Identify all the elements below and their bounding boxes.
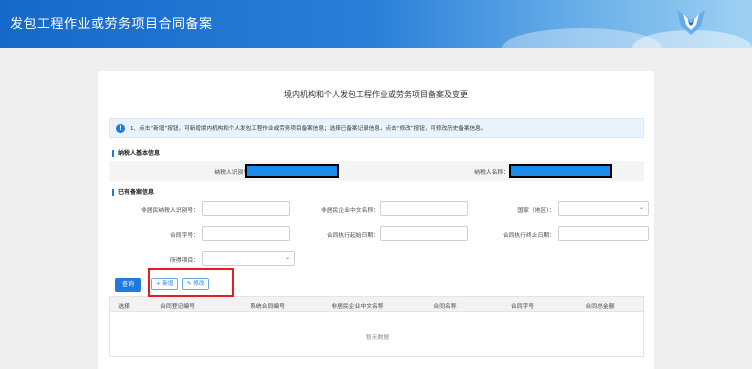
income-item-label: 所得项目：	[170, 258, 199, 264]
app-title: 发包工程作业或劳务项目合同备案	[10, 17, 213, 32]
end-date-label: 合同执行终止日期：	[502, 233, 555, 239]
highlight-box	[148, 268, 234, 297]
contract-no-input[interactable]	[202, 226, 290, 241]
query-button[interactable]: 查询	[115, 278, 141, 292]
table-header: 选择 合同登记编号 系统合同编号 非居民企业中文名称 合同名称 合同字号 合同总…	[109, 296, 644, 312]
main-card: 境内机构和个人发包工程作业或劳务项目备案及变更 ! 1、点击“新增”按钮，可新增…	[98, 71, 654, 369]
chevron-down-icon: ⌄	[638, 204, 644, 211]
start-date-label: 合同执行起始日期：	[326, 233, 379, 239]
end-date-input[interactable]	[558, 226, 649, 241]
taxpayer-name-label: 纳税人名称：	[474, 170, 509, 176]
col-registration-no: 合同登记编号	[160, 304, 195, 310]
income-item-select[interactable]: ⌄	[202, 251, 295, 266]
top-banner: 发包工程作业或劳务项目合同备案	[0, 0, 752, 48]
col-select: 选择	[118, 304, 130, 310]
col-total-amount: 合同总金额	[585, 304, 615, 310]
nonresident-id-input[interactable]	[202, 201, 290, 216]
page-title: 境内机构和个人发包工程作业或劳务项目备案及变更	[284, 90, 468, 99]
start-date-input[interactable]	[380, 226, 468, 241]
notice-text: 1、点击“新增”按钮，可新增境内机构和个人发包工程作业或劳务项目备案信息；选择已…	[130, 126, 487, 132]
empty-message: 暂无数据	[365, 335, 390, 341]
taxpayer-id-redacted	[245, 164, 339, 178]
col-system-no: 系统合同编号	[250, 304, 285, 310]
taxpayer-row: 纳税人识别号： 纳税人名称：	[109, 161, 644, 181]
chevron-down-icon: ⌄	[284, 254, 290, 261]
section-taxpayer-info: 纳税人基本信息	[112, 150, 160, 157]
table-body: 暂无数据	[109, 312, 644, 357]
contract-no-label: 合同字号：	[170, 233, 199, 239]
nonresident-name-label: 非居民企业中文名称：	[321, 208, 379, 214]
nonresident-name-input[interactable]	[380, 201, 468, 216]
info-icon: !	[116, 124, 125, 133]
country-label: 国家（地区）：	[517, 208, 555, 214]
col-nonresident-name: 非居民企业中文名称	[331, 304, 384, 310]
col-contract-name: 合同名称	[433, 304, 457, 310]
taxpayer-id-label: 纳税人识别号：	[214, 170, 255, 176]
info-notice: ! 1、点击“新增”按钮，可新增境内机构和个人发包工程作业或劳务项目备案信息；选…	[109, 118, 644, 138]
section-filed-info: 已有备案信息	[112, 189, 154, 196]
col-contract-no: 合同字号	[510, 304, 535, 310]
taxpayer-name-redacted	[509, 164, 612, 178]
nonresident-id-label: 非居民纳税人识别号：	[141, 208, 199, 214]
tax-logo-icon	[677, 10, 705, 35]
country-select[interactable]: ⌄	[558, 201, 649, 216]
